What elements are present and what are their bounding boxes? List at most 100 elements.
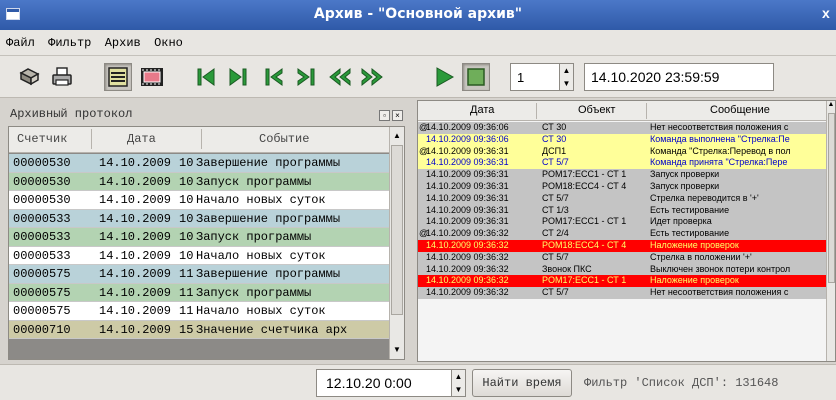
last-button[interactable]: [224, 63, 252, 91]
message-row[interactable]: @14.10.2009 09:36:31 ДСП1 Команда "Стрелка…: [418, 145, 828, 158]
scrollbar-thumb[interactable]: [391, 145, 403, 315]
column-event[interactable]: Событие: [259, 132, 309, 146]
cell-time: 11: [179, 304, 194, 318]
column-date[interactable]: Дата: [127, 132, 156, 146]
cell-datetime: 14.10.2009 09:36:31: [426, 145, 509, 156]
message-row[interactable]: 14.10.2009 09:36:31 POM17:ECC1 - СТ 1 Запу…: [418, 169, 828, 181]
message-row[interactable]: 14.10.2009 09:36:32 СТ 5/7 Нет несоответст…: [418, 287, 828, 299]
cell-date: 14.10.2009: [99, 267, 172, 281]
cell-message: Стрелка в положении '+': [650, 251, 752, 262]
list-view-button[interactable]: [104, 63, 132, 91]
column-object[interactable]: Объект: [578, 104, 615, 116]
message-row[interactable]: 14.10.2009 09:36:31 POM18:ECC4 - СТ 4 Запу…: [418, 180, 828, 193]
table-row[interactable]: 00000710 14.10.2009 15 Значение счетчика ар…: [9, 320, 389, 339]
close-button[interactable]: x: [822, 5, 832, 23]
menu-filter[interactable]: Фильтр: [42, 30, 95, 50]
column-message[interactable]: Сообщение: [710, 104, 770, 116]
message-row[interactable]: 14.10.2009 09:36:31 СТ 5/7 Команда принята…: [418, 157, 828, 170]
archive-protocol-table[interactable]: Счетчик Дата Событие 00000530 14.10.2009 1…: [8, 126, 405, 360]
filter-status: Фильтр 'Список ДСП': 131648: [584, 376, 779, 390]
cell-counter: 00000530: [13, 174, 71, 189]
message-row[interactable]: 14.10.2009 09:36:32 POM18:ECC4 - СТ 4 Нало…: [418, 239, 828, 252]
spin-down-icon[interactable]: ▼: [452, 383, 465, 396]
archive-protocol-title: Архивный протокол: [10, 107, 133, 121]
cell-message: Есть тестирование: [650, 228, 730, 239]
menu-window[interactable]: Окно: [148, 30, 187, 50]
cell-time: 10: [179, 230, 194, 244]
find-time-button[interactable]: Найти время: [472, 369, 572, 397]
print-button[interactable]: [48, 63, 76, 91]
scroll-up-icon[interactable]: ▲: [827, 101, 835, 113]
column-counter[interactable]: Счетчик: [17, 132, 67, 146]
fast-forward-button[interactable]: [358, 63, 386, 91]
title-bar[interactable]: Архив - "Основной архив" x: [0, 0, 836, 30]
table-row[interactable]: 00000530 14.10.2009 10 Начало новых суток: [9, 191, 389, 210]
next-button[interactable]: [292, 63, 320, 91]
table-row[interactable]: 00000533 14.10.2009 10 Завершение программы: [9, 209, 389, 228]
table-row[interactable]: 00000575 14.10.2009 11 Завершение программы: [9, 265, 389, 284]
table-row[interactable]: 00000530 14.10.2009 10 Завершение программы: [9, 154, 389, 173]
cell-time: 10: [179, 174, 194, 189]
menu-bar: Файл Фильтр Архив Окно: [0, 30, 836, 56]
cell-counter: 00000575: [13, 285, 71, 300]
cell-message: Нет несоответствия положения с: [650, 122, 789, 132]
find-datetime-spin[interactable]: ▲ ▼: [452, 369, 466, 397]
spin-up-icon[interactable]: ▲: [560, 64, 573, 77]
message-row[interactable]: @14.10.2009 09:36:32 СТ 2/4 Есть тестирова…: [418, 228, 828, 240]
first-button[interactable]: [192, 63, 220, 91]
message-row[interactable]: 14.10.2009 09:36:32 Звонок ПКС Выключен зв…: [418, 263, 828, 276]
table-row[interactable]: 00000575 14.10.2009 11 Запуск программы: [9, 283, 389, 302]
spin-up-icon[interactable]: ▲: [452, 370, 465, 383]
open-archive-button[interactable]: [16, 63, 44, 91]
spin-down-icon[interactable]: ▼: [560, 77, 573, 90]
cell-counter: 00000530: [13, 193, 71, 207]
messages-table[interactable]: Дата Объект Сообщение @14.10.2009 09:36:…: [417, 100, 836, 362]
cell-time: 10: [179, 211, 194, 226]
rewind-button[interactable]: [326, 63, 354, 91]
scroll-up-icon[interactable]: ▲: [390, 129, 404, 143]
play-button[interactable]: [430, 63, 458, 91]
message-row[interactable]: @14.10.2009 09:36:06 СТ 30 Нет несоответст…: [418, 122, 828, 134]
messages-body: @14.10.2009 09:36:06 СТ 30 Нет несоответст…: [418, 122, 828, 299]
cell-object: СТ 5/7: [542, 251, 569, 262]
stop-button[interactable]: [462, 63, 490, 91]
table-row[interactable]: 00000575 14.10.2009 11 Начало новых суток: [9, 302, 389, 321]
close-panel-icon[interactable]: ×: [392, 110, 403, 121]
next-icon: [297, 68, 315, 86]
cell-date: 14.10.2009: [99, 230, 172, 244]
cell-date: 14.10.2009: [99, 285, 172, 300]
menu-file[interactable]: Файл: [0, 30, 39, 50]
column-datetime[interactable]: Дата: [470, 104, 494, 116]
speed-value[interactable]: 1: [517, 70, 524, 85]
table-row[interactable]: 00000533 14.10.2009 10 Начало новых суток: [9, 246, 389, 265]
table-row[interactable]: 00000533 14.10.2009 10 Запуск программы: [9, 228, 389, 247]
cell-time: 10: [179, 156, 194, 170]
prev-button[interactable]: [260, 63, 288, 91]
float-panel-icon[interactable]: ▫: [379, 110, 390, 121]
last-icon: [229, 68, 247, 86]
message-row[interactable]: 14.10.2009 09:36:32 СТ 5/7 Стрелка в полож…: [418, 251, 828, 264]
film-view-button[interactable]: [138, 63, 166, 91]
find-datetime-input[interactable]: 12.10.20 0:00: [316, 369, 452, 397]
messages-header: Дата Объект Сообщение: [418, 101, 828, 121]
cell-datetime: 14.10.2009 09:36:31: [426, 180, 509, 191]
table-row[interactable]: 00000530 14.10.2009 10 Запуск программы: [9, 172, 389, 191]
message-row[interactable]: 14.10.2009 09:36:32 POM17:ECC1 - СТ 1 Нало…: [418, 275, 828, 288]
cell-object: Звонок ПКС: [542, 263, 592, 274]
speed-spin-arrows[interactable]: ▲ ▼: [559, 64, 573, 90]
message-row[interactable]: 14.10.2009 09:36:31 POM17:ECC1 - СТ 1 Идет…: [418, 216, 828, 229]
cell-object: POM17:ECC1 - СТ 1: [542, 275, 627, 286]
open-archive-icon: [19, 68, 40, 86]
cell-message: Стрелка переводится в '+': [650, 192, 759, 203]
cell-event: Значение счетчика арх: [196, 322, 348, 337]
menu-archive[interactable]: Архив: [99, 30, 145, 50]
vertical-scrollbar[interactable]: ▲ ▼: [389, 127, 404, 359]
messages-scrollbar[interactable]: ▲: [826, 101, 835, 361]
speed-spinbox[interactable]: 1 ▲ ▼: [510, 63, 574, 91]
prev-icon: [265, 68, 283, 86]
message-row[interactable]: 14.10.2009 09:36:31 СТ 5/7 Стрелка перевод…: [418, 192, 828, 205]
scroll-down-icon[interactable]: ▼: [390, 343, 404, 357]
message-row[interactable]: 14.10.2009 09:36:06 СТ 30 Команда выполнен…: [418, 133, 828, 146]
scrollbar-thumb[interactable]: [828, 113, 835, 283]
message-row[interactable]: 14.10.2009 09:36:31 СТ 1/3 Есть тестирован…: [418, 204, 828, 217]
